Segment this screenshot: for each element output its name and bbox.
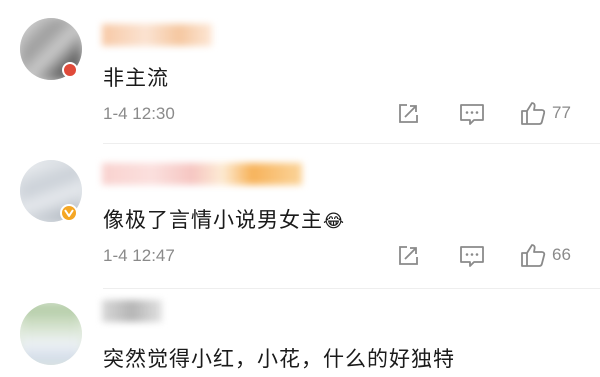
user-badge-icon [62, 62, 78, 78]
comment-item: 非主流 1-4 12:30 77 [0, 0, 600, 143]
like-count: 77 [552, 103, 571, 122]
share-button[interactable] [396, 102, 420, 126]
username[interactable] [102, 24, 212, 46]
comment-item: 突然觉得小红，小花，什么的好独特 [0, 288, 600, 377]
laugh-cry-emoji-icon: 😂 [323, 211, 346, 232]
like-button[interactable]: 77 [520, 100, 571, 126]
avatar-image [20, 303, 82, 365]
thumbs-up-icon [520, 242, 546, 268]
share-button[interactable] [396, 244, 420, 268]
thumbs-up-icon [520, 100, 546, 126]
verified-badge-icon [60, 204, 78, 222]
comment-text-body: 像极了言情小说男女主 [103, 208, 323, 232]
username[interactable] [102, 300, 162, 322]
comment-text: 像极了言情小说男女主😂 [103, 204, 345, 234]
share-icon [396, 244, 420, 268]
username[interactable] [102, 163, 302, 185]
comment-icon [459, 102, 485, 126]
comment-time: 1-4 12:30 [103, 104, 175, 123]
comment-icon [459, 244, 485, 268]
reply-button[interactable] [459, 244, 485, 268]
share-icon [396, 102, 420, 126]
comment-text: 突然觉得小红，小花，什么的好独特 [103, 347, 455, 371]
comment-item: 像极了言情小说男女主😂 1-4 12:47 66 [0, 143, 600, 288]
like-count: 66 [552, 245, 571, 264]
like-button[interactable]: 66 [520, 242, 571, 268]
reply-button[interactable] [459, 102, 485, 126]
avatar[interactable] [20, 303, 82, 365]
comment-text: 非主流 [103, 66, 169, 90]
comment-time: 1-4 12:47 [103, 246, 175, 265]
